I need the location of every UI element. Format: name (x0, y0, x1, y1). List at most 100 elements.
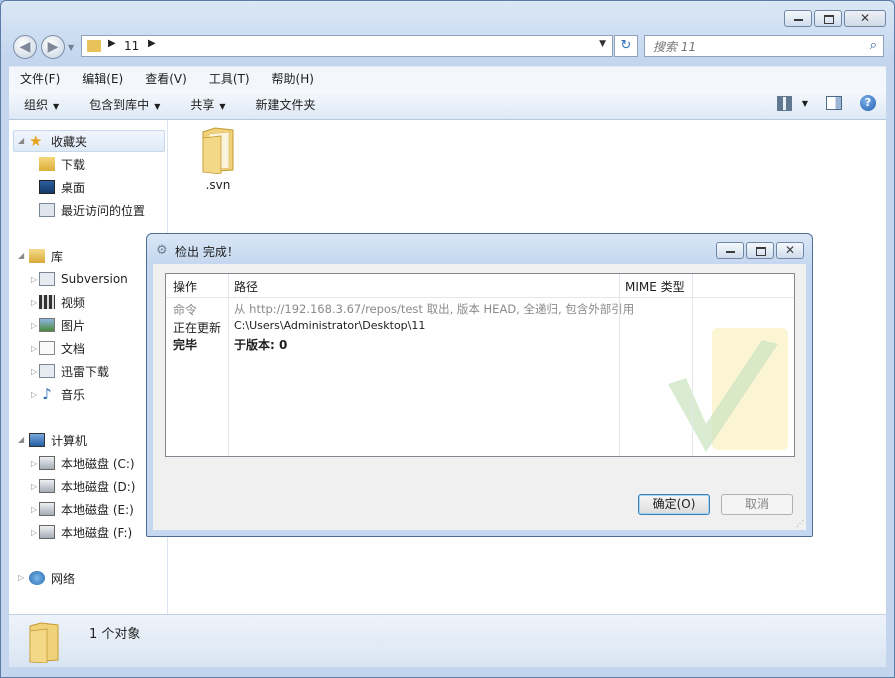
collapsed-triangle-icon[interactable]: ▷ (31, 367, 37, 376)
command-bar: 组织 ▼ 包含到库中 ▼ 共享 ▼ 新建文件夹 ▼ ? (9, 89, 886, 120)
nav-favorites[interactable]: ★ 收藏夹 (29, 131, 87, 151)
library-document-icon (39, 272, 55, 286)
refresh-icon: ↻ (620, 38, 632, 53)
collapsed-triangle-icon[interactable]: ▷ (31, 528, 37, 537)
breadcrumb-chevron-icon[interactable]: ▶ (148, 38, 156, 49)
maximize-icon (824, 15, 834, 24)
nav-computer[interactable]: 计算机 (29, 430, 87, 450)
nav-disk-e[interactable]: 本地磁盘 (E:) (39, 499, 134, 519)
organize-button[interactable]: 组织 ▼ (9, 96, 74, 113)
collapsed-triangle-icon[interactable]: ▷ (31, 390, 37, 399)
menu-tools[interactable]: 工具(T) (198, 70, 261, 87)
share-button[interactable]: 共享 ▼ (175, 96, 240, 113)
results-list[interactable]: 操作 路径 MIME 类型 命令 从 http://192.168.3.67/r… (165, 273, 795, 457)
dropdown-arrow-icon: ▼ (53, 101, 60, 111)
row-action-completed: 完毕 (173, 338, 198, 352)
navigation-pane: ◢ ★ 收藏夹 下载 桌面 最近访问的位置 ◢ 库 ▷ Subversion ▷… (9, 120, 168, 615)
view-grid-icon (776, 95, 792, 111)
collapsed-triangle-icon[interactable]: ▷ (31, 459, 37, 468)
nav-music[interactable]: ♪ 音乐 (39, 384, 85, 404)
menu-help[interactable]: 帮助(H) (261, 70, 325, 87)
folder-icon (87, 40, 101, 52)
computer-icon (29, 433, 45, 447)
nav-label: Subversion (61, 272, 128, 286)
ok-button[interactable]: 确定(O) (638, 494, 710, 515)
dialog-minimize-button[interactable] (716, 242, 744, 259)
refresh-button[interactable]: ↻ (614, 35, 638, 57)
collapsed-triangle-icon[interactable]: ▷ (31, 482, 37, 491)
checkout-dialog: ⚙ 检出 完成！ ✕ 操作 路径 MIME 类型 命令 从 http://192… (146, 233, 813, 537)
menu-edit[interactable]: 编辑(E) (71, 70, 134, 87)
back-arrow-icon: ◀ (19, 39, 31, 55)
nav-documents[interactable]: 文档 (39, 338, 85, 358)
dialog-body: 操作 路径 MIME 类型 命令 从 http://192.168.3.67/r… (153, 264, 806, 530)
row-path-command: 从 http://192.168.3.67/repos/test 取出, 版本 … (234, 302, 635, 316)
dropdown-arrow-icon: ▼ (801, 98, 808, 108)
nav-libraries[interactable]: 库 (29, 246, 63, 266)
nav-label: 本地磁盘 (D:) (61, 479, 136, 494)
search-icon[interactable]: ⌕ (870, 38, 877, 53)
collapsed-triangle-icon[interactable]: ▷ (31, 505, 37, 514)
expand-triangle-icon[interactable]: ◢ (18, 136, 24, 145)
nav-disk-f[interactable]: 本地磁盘 (F:) (39, 522, 132, 542)
list-header: 操作 路径 MIME 类型 (166, 274, 794, 298)
nav-subversion[interactable]: Subversion (39, 269, 128, 289)
minimize-button[interactable] (784, 10, 812, 27)
back-button[interactable]: ◀ (13, 35, 37, 59)
recent-places-icon (39, 203, 55, 217)
navigation-row: ◀ ▶ ▼ ▶ 11 ▶ ▼ ↻ ⌕ (1, 33, 894, 61)
collapsed-triangle-icon[interactable]: ▷ (31, 321, 37, 330)
maximize-button[interactable] (814, 10, 842, 27)
address-dropdown-icon[interactable]: ▼ (599, 39, 606, 49)
collapsed-triangle-icon[interactable]: ▷ (18, 573, 24, 582)
breadcrumb-chevron-icon[interactable]: ▶ (108, 38, 116, 49)
collapsed-triangle-icon[interactable]: ▷ (31, 298, 37, 307)
nav-label: 本地磁盘 (F:) (61, 525, 133, 540)
forward-button[interactable]: ▶ (41, 35, 65, 59)
nav-pictures[interactable]: 图片 (39, 315, 85, 335)
libraries-icon (29, 249, 45, 263)
column-header-mime[interactable]: MIME 类型 (625, 278, 685, 295)
change-view-button[interactable]: ▼ (776, 95, 808, 111)
include-in-library-button[interactable]: 包含到库中 ▼ (74, 96, 175, 113)
expand-triangle-icon[interactable]: ◢ (18, 251, 24, 260)
column-header-path[interactable]: 路径 (234, 278, 258, 295)
expand-triangle-icon[interactable]: ◢ (18, 435, 24, 444)
menu-view[interactable]: 查看(V) (134, 70, 198, 87)
dropdown-arrow-icon: ▼ (219, 101, 226, 111)
dialog-close-button[interactable]: ✕ (776, 242, 804, 259)
toolbar-right: ▼ ? (776, 95, 876, 111)
resize-grip-icon[interactable]: ⋰ (796, 519, 804, 528)
preview-pane-icon[interactable] (826, 96, 842, 110)
include-label: 包含到库中 (89, 97, 150, 112)
cancel-button[interactable]: 取消 (721, 494, 793, 515)
nav-disk-c[interactable]: 本地磁盘 (C:) (39, 453, 135, 473)
collapsed-triangle-icon[interactable]: ▷ (31, 275, 37, 284)
recent-pages-dropdown[interactable]: ▼ (68, 43, 74, 52)
breadcrumb-item[interactable]: 11 (124, 39, 139, 53)
nav-videos[interactable]: 视频 (39, 292, 85, 312)
nav-label: 视频 (61, 295, 86, 310)
nav-disk-d[interactable]: 本地磁盘 (D:) (39, 476, 135, 496)
collapsed-triangle-icon[interactable]: ▷ (31, 344, 37, 353)
nav-label: 下载 (61, 157, 86, 172)
window-controls: ✕ (784, 10, 886, 27)
new-folder-button[interactable]: 新建文件夹 (241, 96, 331, 113)
search-input[interactable] (651, 38, 855, 56)
row-action-updating: 正在更新 (173, 321, 222, 335)
dialog-title: 检出 完成！ (175, 245, 239, 259)
share-label: 共享 (190, 97, 215, 112)
maximize-icon (756, 247, 766, 256)
nav-desktop[interactable]: 桌面 (39, 177, 85, 197)
nav-recent-places[interactable]: 最近访问的位置 (39, 200, 145, 220)
help-icon[interactable]: ? (860, 95, 876, 111)
menu-file[interactable]: 文件(F) (9, 70, 71, 87)
nav-thunder-downloads[interactable]: 迅雷下载 (39, 361, 109, 381)
close-button[interactable]: ✕ (844, 10, 886, 27)
column-header-action[interactable]: 操作 (173, 278, 197, 295)
nav-network[interactable]: 网络 (29, 568, 75, 588)
dialog-maximize-button[interactable] (746, 242, 774, 259)
nav-downloads[interactable]: 下载 (39, 154, 85, 174)
address-bar[interactable]: ▶ 11 ▶ ▼ (81, 35, 613, 57)
network-icon (29, 571, 45, 585)
